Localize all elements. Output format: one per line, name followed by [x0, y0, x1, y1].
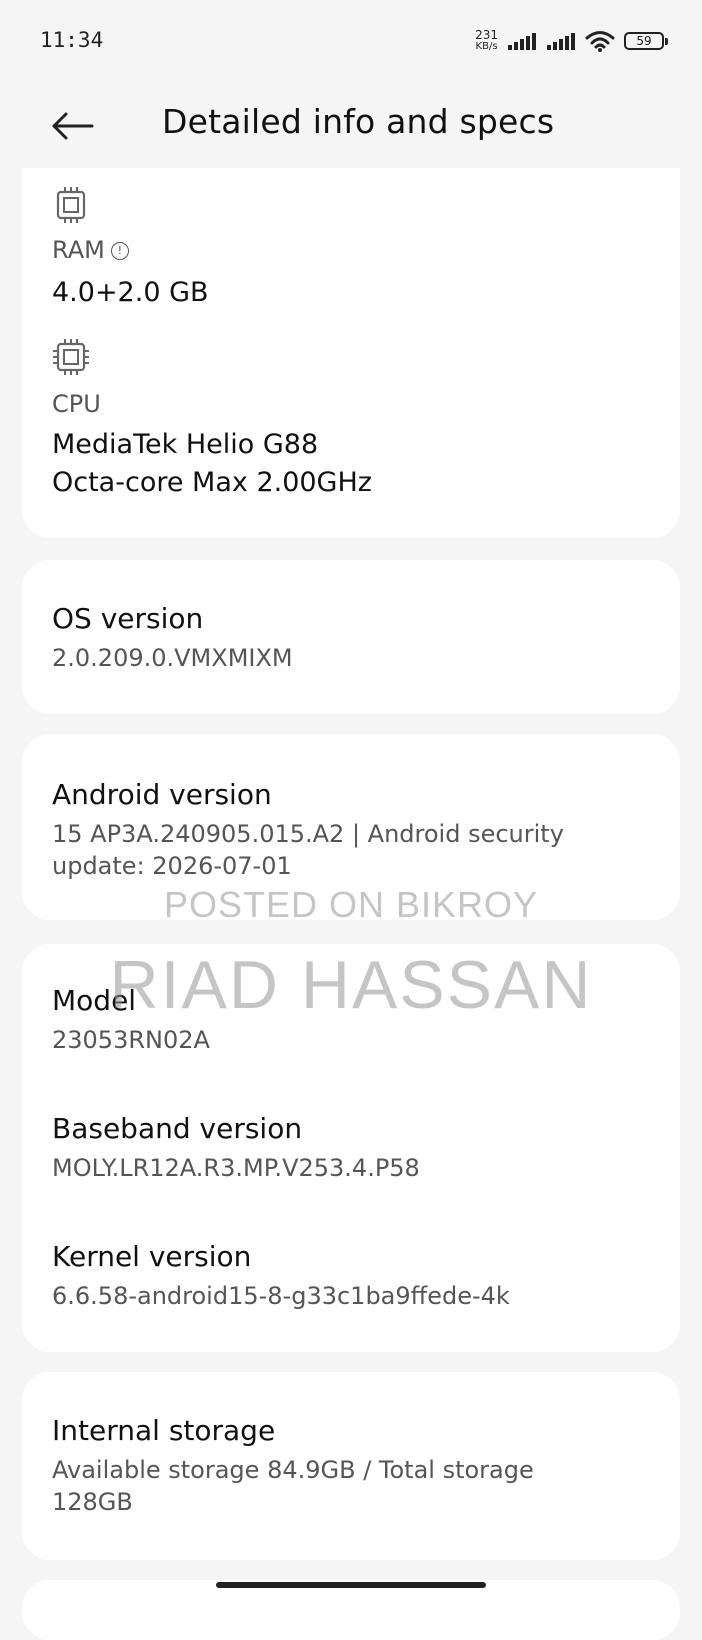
os-version-card[interactable]: OS version 2.0.209.0.VMXMIXM: [22, 560, 680, 714]
storage-title: Internal storage: [52, 1414, 276, 1447]
status-bar: 11:34 231 KB/s 59: [0, 0, 702, 84]
header: Detailed info and specs: [0, 84, 702, 168]
ram-label: RAM: [52, 236, 105, 264]
next-card: [22, 1580, 680, 1640]
cpu-label: CPU: [52, 390, 101, 418]
android-version-line2: update: 2026-07-01: [52, 852, 292, 880]
ram-value: 4.0+2.0 GB: [52, 277, 209, 308]
os-version-title: OS version: [52, 602, 204, 635]
android-version-line1: 15 AP3A.240905.015.A2 | Android security: [52, 820, 564, 848]
page-title: Detailed info and specs: [162, 102, 555, 141]
status-icons: 231 KB/s 59: [475, 26, 668, 56]
wifi-icon: [585, 31, 615, 52]
model-value: 23053RN02A: [52, 1026, 210, 1054]
storage-line1: Available storage 84.9GB / Total storage: [52, 1456, 534, 1484]
info-icon[interactable]: !: [110, 242, 129, 260]
baseband-value: MOLY.LR12A.R3.MP.V253.4.P58: [52, 1154, 420, 1182]
storage-line2: 128GB: [52, 1488, 133, 1516]
ram-label-row: RAM!: [52, 236, 129, 264]
battery-level: 59: [636, 34, 652, 48]
cpu-chip-icon: [53, 339, 89, 375]
android-version-title: Android version: [52, 778, 272, 811]
cpu-model: MediaTek Helio G88: [52, 429, 319, 460]
baseband-title: Baseband version: [52, 1112, 303, 1145]
model-title: Model: [52, 984, 137, 1017]
storage-card[interactable]: Internal storage Available storage 84.9G…: [22, 1372, 680, 1560]
status-time: 11:34: [40, 28, 104, 52]
network-speed-value: 231: [475, 28, 498, 42]
os-version-value: 2.0.209.0.VMXMIXM: [52, 644, 293, 672]
battery-indicator: 59: [624, 32, 668, 50]
back-button[interactable]: [44, 102, 100, 150]
cpu-cores: Octa-core Max 2.00GHz: [52, 467, 372, 498]
signal-icon-2: [547, 33, 575, 50]
network-speed-unit: KB/s: [475, 41, 498, 52]
device-info-card: Model 23053RN02A Baseband version MOLY.L…: [22, 944, 680, 1352]
kernel-title: Kernel version: [52, 1240, 252, 1273]
signal-icon: [508, 33, 536, 50]
hardware-card: RAM! 4.0+2.0 GB CPU MediaTek Helio G88 O…: [22, 168, 680, 538]
kernel-value: 6.6.58-android15-8-g33c1ba9ffede-4k: [52, 1282, 510, 1310]
back-arrow-icon: [52, 112, 94, 140]
android-version-card[interactable]: Android version 15 AP3A.240905.015.A2 | …: [22, 734, 680, 920]
home-indicator[interactable]: [216, 1582, 486, 1588]
network-speed: 231 KB/s: [475, 28, 498, 52]
ram-chip-icon: [56, 187, 86, 223]
